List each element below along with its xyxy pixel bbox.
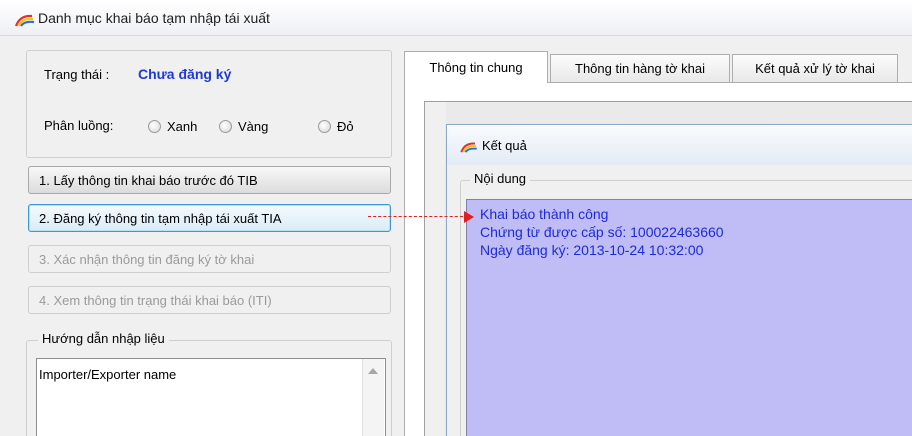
tab-declaration-goods[interactable]: Thông tin hàng tờ khai: [550, 54, 730, 82]
result-line-success: Khai báo thành công: [480, 206, 609, 222]
result-line-registration-date: Ngày đăng ký: 2013-10-24 10:32:00: [480, 242, 704, 258]
lane-label: Phân luồng:: [44, 118, 114, 133]
radio-button-icon[interactable]: [318, 119, 331, 133]
lane-option-label: Xanh: [167, 118, 198, 134]
window-title: Danh mục khai báo tạm nhập tái xuất: [38, 10, 270, 26]
status-value: Chưa đăng ký: [138, 66, 232, 82]
status-label: Trạng thái :: [44, 67, 110, 82]
lane-option-label: Đỏ: [337, 118, 354, 134]
guide-legend: Hướng dẫn nhập liệu: [38, 331, 169, 346]
confirm-registration-button[interactable]: 3. Xác nhận thông tin đăng ký tờ khai: [28, 245, 391, 273]
content-legend: Nội dung: [470, 171, 531, 186]
rainbow-arc-icon: [14, 14, 35, 27]
rainbow-arc-icon: [460, 142, 477, 153]
scroll-up-arrow-icon[interactable]: [368, 368, 378, 374]
get-previous-declaration-tib-button[interactable]: 1. Lấy thông tin khai báo trước đó TIB: [28, 166, 391, 194]
radio-button-icon[interactable]: [148, 119, 161, 133]
inner-strip: [446, 102, 912, 126]
lane-option-label: Vàng: [238, 118, 269, 134]
guide-text: Importer/Exporter name: [39, 367, 177, 382]
pointer-arrow-line: [368, 216, 468, 217]
tab-general-info[interactable]: Thông tin chung: [404, 51, 548, 83]
tab-processing-result[interactable]: Kết quả xử lý tờ khai: [732, 54, 898, 82]
dialog-title: Kết quả: [482, 138, 527, 153]
radio-button-icon[interactable]: [219, 119, 232, 133]
lane-radio-yellow[interactable]: Vàng: [219, 117, 268, 135]
result-line-document-number: Chứng từ được cấp số: 100022463660: [480, 224, 724, 240]
lane-radio-red[interactable]: Đỏ: [318, 117, 354, 135]
view-declaration-status-iti-button[interactable]: 4. Xem thông tin trạng thái khai báo (IT…: [28, 286, 391, 314]
arrow-right-icon: [464, 211, 474, 223]
lane-radio-green[interactable]: Xanh: [148, 117, 197, 135]
register-tia-button[interactable]: 2. Đăng ký thông tin tạm nhập tái xuất T…: [28, 204, 391, 232]
